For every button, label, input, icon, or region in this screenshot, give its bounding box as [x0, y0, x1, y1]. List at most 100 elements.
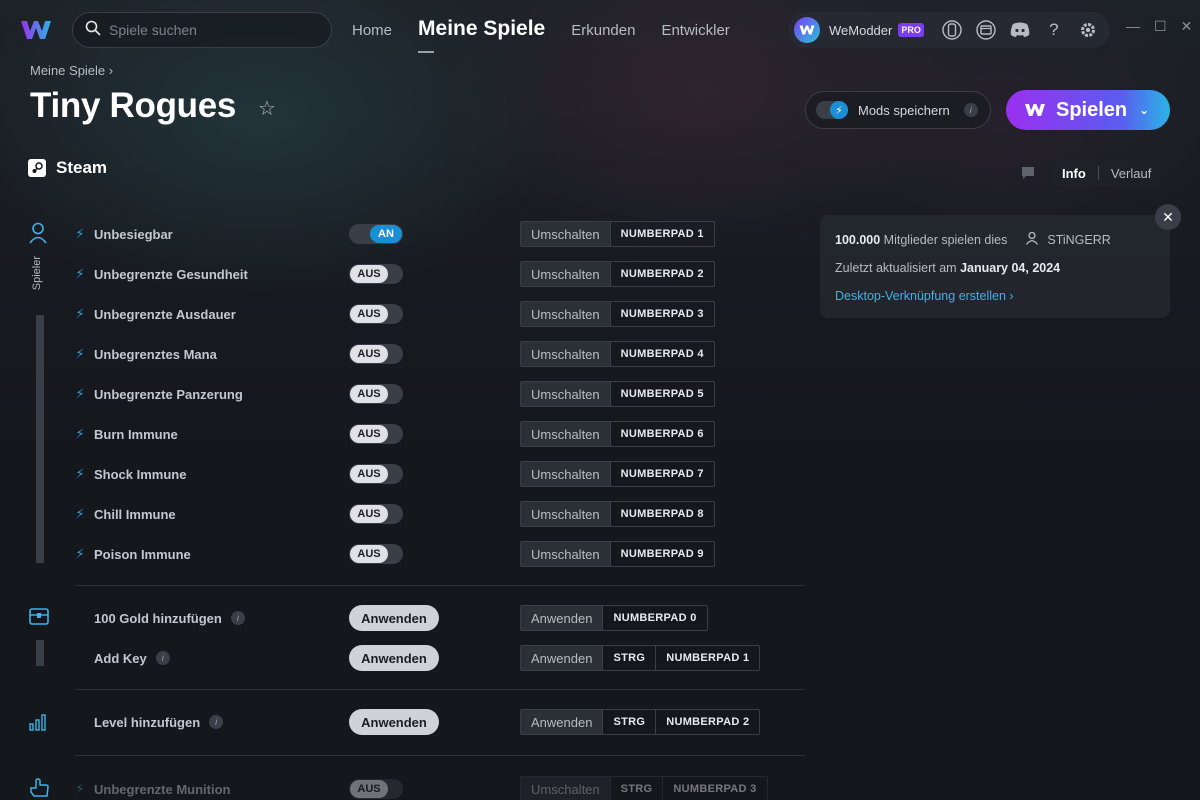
hotkey-action[interactable]: Umschalten: [521, 382, 611, 406]
hotkey-key[interactable]: NUMBERPAD 2: [656, 710, 759, 734]
flag-icon[interactable]: [1020, 165, 1038, 181]
save-mods-switch[interactable]: ⚡: [816, 101, 848, 119]
bolt-icon: ⚡: [75, 426, 85, 441]
chevron-down-icon[interactable]: ⌄: [1139, 103, 1149, 117]
section-label-player: Spieler: [31, 256, 43, 291]
hotkey-action[interactable]: Umschalten: [521, 502, 611, 526]
close-window-icon[interactable]: ✕: [1181, 18, 1193, 35]
cheat-name: Unbegrenztes Mana: [94, 346, 217, 362]
apply-button[interactable]: Anwenden: [349, 645, 439, 671]
hotkey-key[interactable]: NUMBERPAD 0: [603, 606, 706, 630]
account-name[interactable]: WeModder: [829, 23, 892, 38]
hotkey-group: Umschalten NUMBERPAD 9: [520, 541, 715, 567]
cheat-toggle[interactable]: AUS: [349, 344, 403, 364]
hotkey-key[interactable]: NUMBERPAD 8: [611, 502, 714, 526]
info-icon[interactable]: i: [230, 611, 245, 625]
cheat-row: Level hinzufügen i Anwenden Anwenden STR…: [74, 709, 804, 735]
minimize-icon[interactable]: —: [1126, 18, 1140, 35]
account-bar: WeModder PRO ?: [788, 12, 1110, 48]
cheat-toggle[interactable]: AUS: [349, 544, 403, 564]
close-icon[interactable]: ✕: [1155, 204, 1181, 230]
cheat-row: ⚡ Unbegrenzte Gesundheit AUS Umschalten …: [74, 261, 804, 287]
hotkey-group: Umschalten NUMBERPAD 4: [520, 341, 715, 367]
search-box[interactable]: [72, 12, 332, 48]
hotkey-action[interactable]: Umschalten: [521, 342, 611, 366]
desktop-shortcut-link[interactable]: Desktop-Verknüpfung erstellen ›: [835, 289, 1014, 303]
wemod-logo-icon[interactable]: [20, 18, 52, 42]
save-mods-toggle[interactable]: ⚡ Mods speichern i: [805, 91, 991, 129]
cheat-toggle[interactable]: AUS: [349, 304, 403, 324]
hotkey-key[interactable]: NUMBERPAD 3: [611, 302, 714, 326]
tab-divider: [1097, 166, 1099, 180]
cheat-row: ⚡ Shock Immune AUS Umschalten NUMBERPAD …: [74, 461, 804, 487]
hotkey-key[interactable]: NUMBERPAD 2: [611, 262, 714, 286]
cheat-toggle[interactable]: AUS: [349, 384, 403, 404]
hotkey-action[interactable]: Umschalten: [521, 302, 611, 326]
cheat-toggle[interactable]: AUS: [349, 779, 403, 799]
hotkey-key[interactable]: NUMBERPAD 4: [611, 342, 714, 366]
info-icon[interactable]: i: [209, 715, 224, 729]
gear-icon[interactable]: [1076, 18, 1100, 42]
hotkey-action[interactable]: Umschalten: [521, 542, 611, 566]
hotkey-key[interactable]: NUMBERPAD 1: [611, 222, 714, 246]
hotkey-action[interactable]: Umschalten: [521, 222, 611, 246]
cheat-name: Level hinzufügen: [94, 714, 201, 730]
hotkey-key[interactable]: NUMBERPAD 9: [611, 542, 714, 566]
play-button[interactable]: Spielen ⌄: [1006, 90, 1170, 130]
cheat-toggle[interactable]: AUS: [349, 504, 403, 524]
hotkey-action[interactable]: Umschalten: [521, 262, 611, 286]
apply-button[interactable]: Anwenden: [349, 605, 439, 631]
hotkey-key[interactable]: NUMBERPAD 7: [611, 462, 714, 486]
apply-button[interactable]: Anwenden: [349, 709, 439, 735]
nav-explore[interactable]: Erkunden: [571, 14, 635, 39]
avatar[interactable]: [794, 17, 820, 43]
hotkey-key[interactable]: NUMBERPAD 6: [611, 422, 714, 446]
user-icon[interactable]: [28, 222, 50, 244]
cheat-name: Add Key: [94, 650, 147, 666]
chest-icon[interactable]: [28, 606, 50, 628]
hotkey-group: Umschalten NUMBERPAD 6: [520, 421, 715, 447]
hotkey-modifier[interactable]: STRG: [611, 777, 664, 800]
hotkey-modifier[interactable]: STRG: [603, 710, 657, 734]
nav-developers[interactable]: Entwickler: [661, 14, 729, 39]
help-icon[interactable]: ?: [1042, 18, 1066, 42]
hotkey-action[interactable]: Anwenden: [521, 710, 604, 734]
creator-name[interactable]: STiNGERR: [1047, 233, 1110, 247]
controller-icon[interactable]: [940, 18, 964, 42]
window-icon[interactable]: [974, 18, 998, 42]
members-text: Mitglieder spielen dies: [883, 232, 1008, 247]
cheat-toggle[interactable]: AUS: [349, 424, 403, 444]
tab-info[interactable]: Info: [1062, 166, 1086, 181]
cheat-row: ⚡ Chill Immune AUS Umschalten NUMBERPAD …: [74, 501, 804, 527]
star-icon[interactable]: ☆: [258, 96, 276, 121]
hotkey-action[interactable]: Umschalten: [521, 422, 611, 446]
hotkey-group: Umschalten NUMBERPAD 3: [520, 301, 715, 327]
cheat-toggle[interactable]: AUS: [349, 264, 403, 284]
hotkey-action[interactable]: Anwenden: [521, 646, 604, 670]
bolt-icon: ⚡: [830, 101, 848, 119]
info-icon[interactable]: i: [155, 651, 170, 665]
hotkey-action[interactable]: Umschalten: [521, 777, 611, 800]
cheat-toggle[interactable]: AUS: [349, 464, 403, 484]
hotkey-modifier[interactable]: STRG: [603, 646, 657, 670]
search-input[interactable]: [109, 22, 309, 38]
updated-label: Zuletzt aktualisiert am: [835, 260, 957, 275]
bar-chart-icon[interactable]: [28, 712, 50, 734]
hotkey-key[interactable]: NUMBERPAD 3: [663, 777, 766, 800]
hotkey-action[interactable]: Anwenden: [521, 606, 604, 630]
nav-my-games[interactable]: Meine Spiele: [418, 15, 545, 53]
hotkey-key[interactable]: NUMBERPAD 5: [611, 382, 714, 406]
hand-icon[interactable]: [28, 776, 50, 798]
maximize-icon[interactable]: ☐: [1154, 18, 1167, 35]
breadcrumb[interactable]: Meine Spiele ›: [30, 63, 113, 78]
tab-history[interactable]: Verlauf: [1111, 166, 1151, 181]
cheat-toggle[interactable]: AN: [349, 224, 403, 244]
cheat-row: ⚡ Burn Immune AUS Umschalten NUMBERPAD 6: [74, 421, 804, 447]
cheat-row: ⚡ Poison Immune AUS Umschalten NUMBERPAD…: [74, 541, 804, 567]
nav-home[interactable]: Home: [352, 14, 392, 39]
hotkey-key[interactable]: NUMBERPAD 1: [656, 646, 759, 670]
platform-label: Steam: [28, 158, 107, 178]
hotkey-action[interactable]: Umschalten: [521, 462, 611, 486]
discord-icon[interactable]: [1008, 18, 1032, 42]
info-icon[interactable]: i: [963, 103, 978, 117]
